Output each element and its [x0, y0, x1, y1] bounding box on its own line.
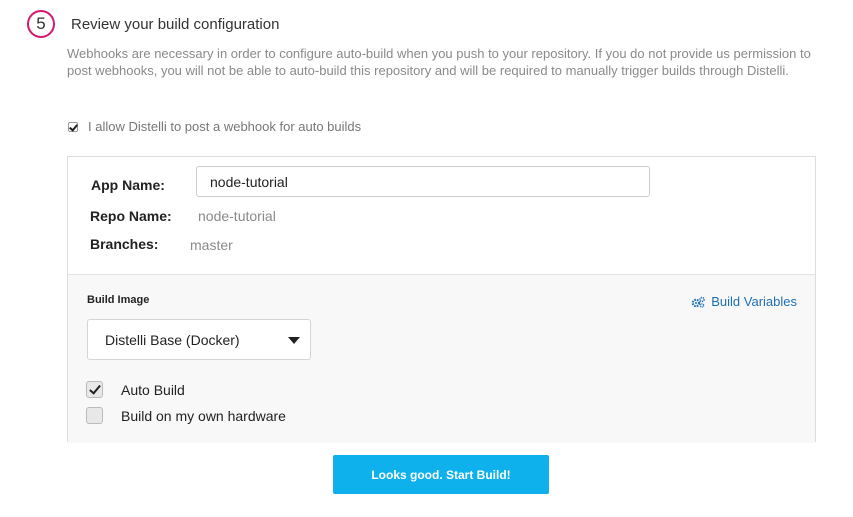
build-image-select[interactable]: Distelli Base (Docker): [87, 319, 311, 360]
step-number-badge: 5: [27, 10, 55, 38]
auto-build-checkbox[interactable]: [86, 381, 103, 398]
gears-icon: [691, 296, 706, 308]
app-name-label: App Name:: [91, 177, 165, 193]
build-settings-section: Build Image Build Variables Distelli Bas…: [68, 274, 815, 443]
auto-build-label: Auto Build: [121, 381, 185, 398]
branches-label: Branches:: [90, 236, 159, 252]
app-details-section: App Name: Repo Name: node-tutorial Branc…: [68, 157, 815, 274]
webhook-explanation: Webhooks are necessary in order to confi…: [67, 46, 811, 78]
step-title: Review your build configuration: [71, 16, 280, 33]
app-name-input[interactable]: [196, 166, 650, 197]
webhook-checkbox-label: I allow Distelli to post a webhook for a…: [88, 119, 362, 134]
build-image-selected: Distelli Base (Docker): [105, 331, 240, 348]
repo-name-label: Repo Name:: [90, 208, 172, 224]
build-image-label: Build Image: [87, 294, 150, 306]
build-variables-label: Build Variables: [711, 294, 797, 309]
own-hardware-checkbox[interactable]: [86, 407, 103, 424]
repo-name-value: node-tutorial: [198, 208, 276, 224]
chevron-down-icon: [288, 337, 300, 344]
own-hardware-label: Build on my own hardware: [121, 407, 286, 424]
build-variables-link[interactable]: Build Variables: [691, 294, 797, 309]
step-number: 5: [36, 14, 46, 33]
build-config-panel: App Name: Repo Name: node-tutorial Branc…: [67, 156, 816, 443]
webhook-checkbox[interactable]: [68, 121, 78, 132]
own-hardware-option[interactable]: Build on my own hardware: [86, 407, 286, 424]
start-build-button[interactable]: Looks good. Start Build!: [333, 455, 549, 494]
branches-value: master: [190, 237, 233, 253]
webhook-permission-row[interactable]: I allow Distelli to post a webhook for a…: [68, 119, 361, 134]
auto-build-option[interactable]: Auto Build: [86, 381, 185, 398]
